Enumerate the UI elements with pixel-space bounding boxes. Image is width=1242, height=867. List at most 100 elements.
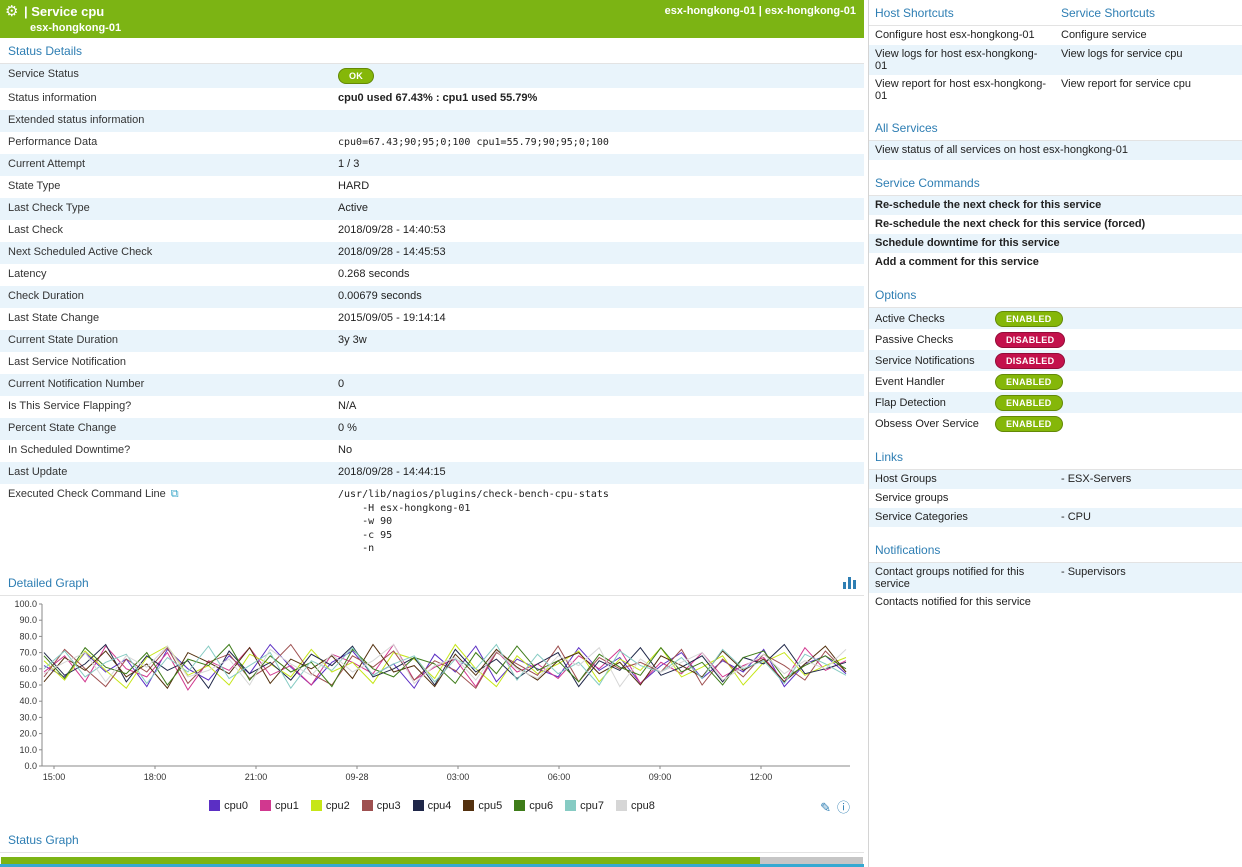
service-command-link[interactable]: Re-schedule the next check for this serv… xyxy=(869,215,1151,233)
detailed-graph: 0.010.020.030.040.050.060.070.080.090.01… xyxy=(0,596,864,817)
notification-row-value[interactable]: - Supervisors xyxy=(1055,563,1132,581)
service-command-link[interactable]: Re-schedule the next check for this serv… xyxy=(869,196,1107,214)
legend-item-cpu1: cpu1 xyxy=(260,800,299,812)
status-row-value: cpu0 used 67.43% : cpu1 used 55.79% xyxy=(332,88,543,108)
status-row-value: No xyxy=(332,440,358,460)
status-row-label: Performance Data xyxy=(0,132,332,152)
notification-row: Contacts notified for this service xyxy=(869,593,1242,612)
legend-swatch xyxy=(413,800,424,811)
status-row: Last Service Notification xyxy=(0,352,864,374)
host-shortcuts-heading[interactable]: Host Shortcuts xyxy=(875,6,1061,20)
status-row-value: 2018/09/28 - 14:45:53 xyxy=(332,242,452,262)
status-details-heading: Status Details xyxy=(0,38,864,64)
status-row-value: HARD xyxy=(332,176,375,196)
svg-text:0.0: 0.0 xyxy=(24,761,37,771)
status-row-label: Current Notification Number xyxy=(0,374,332,394)
option-label: Event Handler xyxy=(869,373,995,391)
option-state-badge[interactable]: ENABLED xyxy=(995,374,1063,390)
status-row: Latency0.268 seconds xyxy=(0,264,864,286)
service-commands-heading-label: Service Commands xyxy=(875,176,980,190)
svg-text:50.0: 50.0 xyxy=(19,680,37,690)
status-row: Last Update2018/09/28 - 14:44:15 xyxy=(0,462,864,484)
link-row: Service Categories- CPU xyxy=(869,508,1242,527)
app-header: ⚙ | Service cpu esx-hongkong-01 esx-hong… xyxy=(0,0,864,38)
option-row: Passive ChecksDISABLED xyxy=(869,329,1242,350)
info-icon[interactable]: ⓘ xyxy=(837,800,850,815)
notification-row: Contact groups notified for this service… xyxy=(869,563,1242,593)
options-list: Active ChecksENABLEDPassive ChecksDISABL… xyxy=(869,308,1242,434)
option-state-badge[interactable]: ENABLED xyxy=(995,416,1063,432)
status-row-label: Status information xyxy=(0,88,332,108)
legend-label: cpu8 xyxy=(631,800,655,812)
service-command-link[interactable]: Add a comment for this service xyxy=(869,253,1045,271)
all-services-heading: All Services xyxy=(869,115,1242,141)
service-command-row: Add a comment for this service xyxy=(869,253,1242,272)
svg-text:21:00: 21:00 xyxy=(245,772,268,782)
status-row-value: 0.00679 seconds xyxy=(332,286,428,306)
legend-item-cpu4: cpu4 xyxy=(413,800,452,812)
option-label: Service Notifications xyxy=(869,352,995,370)
status-row-label: Last Update xyxy=(0,462,332,482)
host-shortcut-link[interactable]: View logs for host esx-hongkong-01 xyxy=(869,45,1055,75)
legend-label: cpu2 xyxy=(326,800,350,812)
option-state-badge[interactable]: ENABLED xyxy=(995,311,1063,327)
status-row-label: Percent State Change xyxy=(0,418,332,438)
header-host-service: esx-hongkong-01 | esx-hongkong-01 xyxy=(665,5,856,17)
cpu-line-chart: 0.010.020.030.040.050.060.070.080.090.01… xyxy=(4,598,856,790)
status-row-label: Last Check Type xyxy=(0,198,332,218)
link-row-label: Service Categories xyxy=(869,508,1055,526)
service-command-link[interactable]: Schedule downtime for this service xyxy=(869,234,1066,252)
legend-label: cpu1 xyxy=(275,800,299,812)
notifications-list: Contact groups notified for this service… xyxy=(869,563,1242,612)
status-row-value: Active xyxy=(332,198,374,218)
service-shortcut-link[interactable]: View report for service cpu xyxy=(1055,75,1197,93)
shortcut-row: View report for host esx-hongkong-01View… xyxy=(869,75,1242,105)
status-row: Current Notification Number0 xyxy=(0,374,864,396)
legend-swatch xyxy=(260,800,271,811)
svg-text:18:00: 18:00 xyxy=(144,772,167,782)
option-state-badge[interactable]: ENABLED xyxy=(995,395,1063,411)
command-expand-icon[interactable]: ⧉ xyxy=(171,488,179,500)
svg-text:30.0: 30.0 xyxy=(19,712,37,722)
svg-text:70.0: 70.0 xyxy=(19,647,37,657)
main-panel: ⚙ | Service cpu esx-hongkong-01 esx-hong… xyxy=(0,0,864,867)
link-row-value[interactable]: - CPU xyxy=(1055,508,1097,526)
gear-icon[interactable]: ⚙ xyxy=(5,2,18,20)
page-subtitle: esx-hongkong-01 xyxy=(30,22,121,34)
all-services-link[interactable]: View status of all services on host esx-… xyxy=(869,141,1134,159)
host-shortcut-link[interactable]: View report for host esx-hongkong-01 xyxy=(869,75,1055,105)
service-shortcut-link[interactable]: View logs for service cpu xyxy=(1055,45,1188,63)
option-state-badge[interactable]: DISABLED xyxy=(995,332,1065,348)
svg-text:06:00: 06:00 xyxy=(548,772,571,782)
status-row: Performance Datacpu0=67.43;90;95;0;100 c… xyxy=(0,132,864,154)
bar-chart-icon[interactable] xyxy=(843,577,856,589)
svg-text:03:00: 03:00 xyxy=(447,772,470,782)
status-row-label: Extended status information xyxy=(0,110,332,130)
edit-icon[interactable]: ✎ xyxy=(820,800,831,815)
link-row-value[interactable] xyxy=(1055,489,1067,495)
notification-row-value[interactable] xyxy=(1055,593,1067,599)
svg-text:40.0: 40.0 xyxy=(19,696,37,706)
status-row-value: 2015/09/05 - 19:14:14 xyxy=(332,308,452,328)
host-shortcut-link[interactable]: Configure host esx-hongkong-01 xyxy=(869,26,1055,44)
link-row-value[interactable]: - ESX-Servers xyxy=(1055,470,1137,488)
status-row-label: State Type xyxy=(0,176,332,196)
legend-swatch xyxy=(463,800,474,811)
status-row: Executed Check Command Line⧉/usr/lib/nag… xyxy=(0,484,864,560)
shortcuts-table: Configure host esx-hongkong-01Configure … xyxy=(869,26,1242,105)
links-list: Host Groups- ESX-ServersService groupsSe… xyxy=(869,470,1242,527)
legend-item-cpu5: cpu5 xyxy=(463,800,502,812)
notifications-heading-label: Notifications xyxy=(875,543,940,557)
status-row: In Scheduled Downtime?No xyxy=(0,440,864,462)
status-row-value: 3y 3w xyxy=(332,330,373,350)
status-row-value: OK xyxy=(332,64,380,88)
status-row-label: Is This Service Flapping? xyxy=(0,396,332,416)
service-command-row: Re-schedule the next check for this serv… xyxy=(869,215,1242,234)
service-shortcut-link[interactable]: Configure service xyxy=(1055,26,1153,44)
option-state-badge[interactable]: DISABLED xyxy=(995,353,1065,369)
status-row: Status informationcpu0 used 67.43% : cpu… xyxy=(0,88,864,110)
shortcuts-heading-row: Host Shortcuts Service Shortcuts xyxy=(869,0,1242,26)
legend-swatch xyxy=(616,800,627,811)
service-shortcuts-heading[interactable]: Service Shortcuts xyxy=(1061,6,1155,20)
status-row: Next Scheduled Active Check2018/09/28 - … xyxy=(0,242,864,264)
